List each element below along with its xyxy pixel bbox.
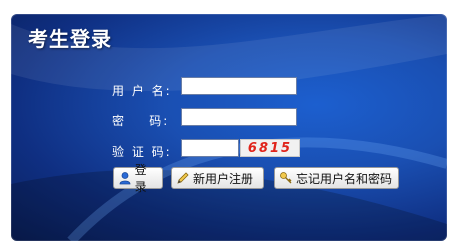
- page-title: 考生登录: [28, 27, 112, 51]
- username-input[interactable]: [181, 77, 297, 95]
- register-button[interactable]: 新用户注册: [171, 167, 264, 189]
- user-icon: [117, 170, 133, 186]
- pencil-icon: [175, 170, 191, 186]
- login-button-label: 登录: [134, 163, 147, 194]
- forgot-button-label: 忘记用户名和密码: [296, 171, 393, 186]
- login-button[interactable]: 登录: [113, 163, 163, 194]
- captcha-input[interactable]: [181, 139, 239, 157]
- password-label: 密 码:: [112, 114, 170, 128]
- captcha-image[interactable]: 6815: [240, 139, 300, 157]
- login-panel: 考生登录 用 户 名: 密 码: 验 证 码: 6815 登录 新用户注册 忘记…: [11, 14, 447, 241]
- register-button-label: 新用户注册: [193, 171, 254, 186]
- username-label: 用 户 名:: [112, 84, 172, 98]
- forgot-button[interactable]: 忘记用户名和密码: [274, 167, 399, 189]
- captcha-code: 6815: [247, 140, 293, 156]
- key-icon: [278, 170, 294, 186]
- captcha-label: 验 证 码:: [112, 145, 172, 159]
- password-input[interactable]: [181, 108, 297, 126]
